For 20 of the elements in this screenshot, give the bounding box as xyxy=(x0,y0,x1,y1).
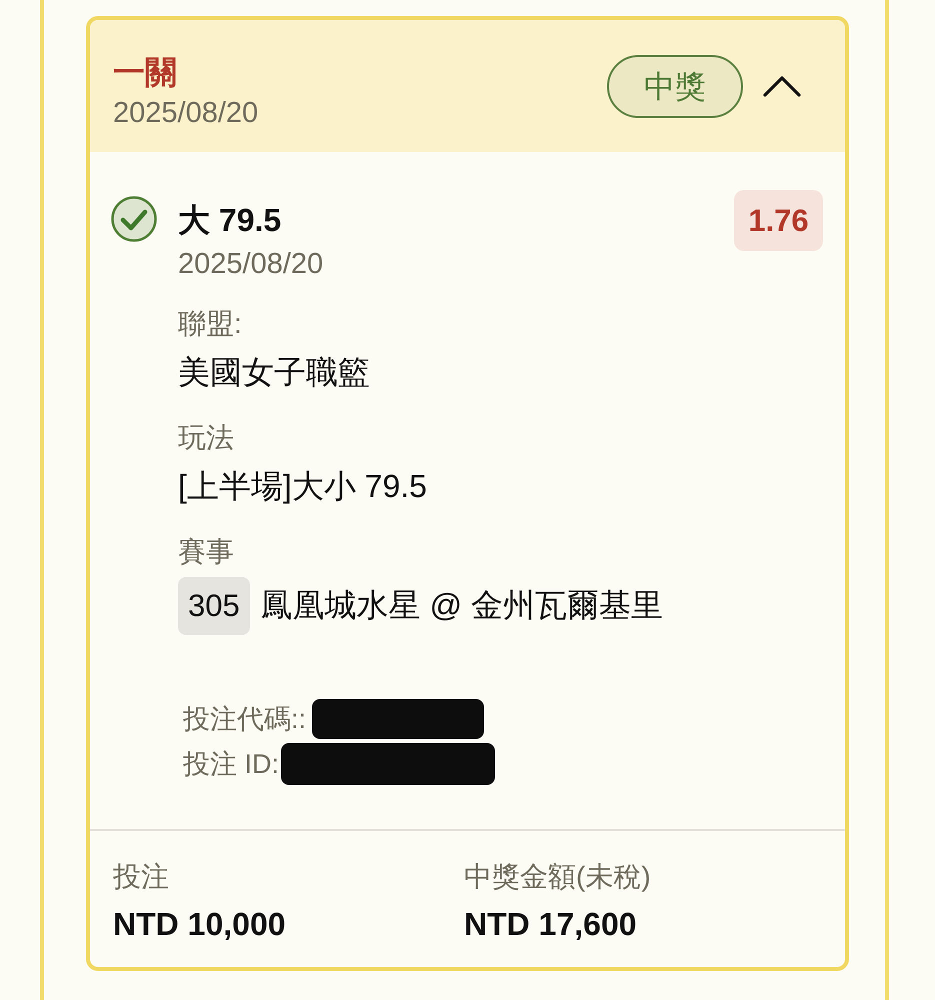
bet-date: 2025/08/20 xyxy=(113,96,258,131)
code-label: 投注 ID: xyxy=(183,748,280,780)
summary-label: 投注 xyxy=(113,860,170,894)
field-label: 賽事 xyxy=(178,535,235,569)
summary-amount: NTD 10,000 xyxy=(113,905,287,944)
odds-badge: 1.76 xyxy=(734,190,823,251)
selection-date: 2025/08/20 xyxy=(178,247,324,282)
field-label: 玩法 xyxy=(178,421,235,455)
status-badge: 中獎 xyxy=(607,55,743,118)
field-value: [上半場]大小 79.5 xyxy=(178,467,428,506)
summary-label: 中獎金額(未稅) xyxy=(464,860,652,894)
field-label: 聯盟: xyxy=(178,307,243,341)
field-value: 美國女子職籃 xyxy=(178,353,371,392)
match-name: 鳳凰城水星 @ 金州瓦爾基里 xyxy=(260,586,663,625)
chevron-up-icon[interactable] xyxy=(763,76,801,97)
bet-type-title: 一關 xyxy=(113,53,178,92)
match-number: 305 xyxy=(178,577,250,635)
selection-pick: 大 79.5 xyxy=(178,201,282,240)
code-label: 投注代碼:: xyxy=(183,702,306,736)
summary-amount: NTD 17,600 xyxy=(464,905,638,944)
